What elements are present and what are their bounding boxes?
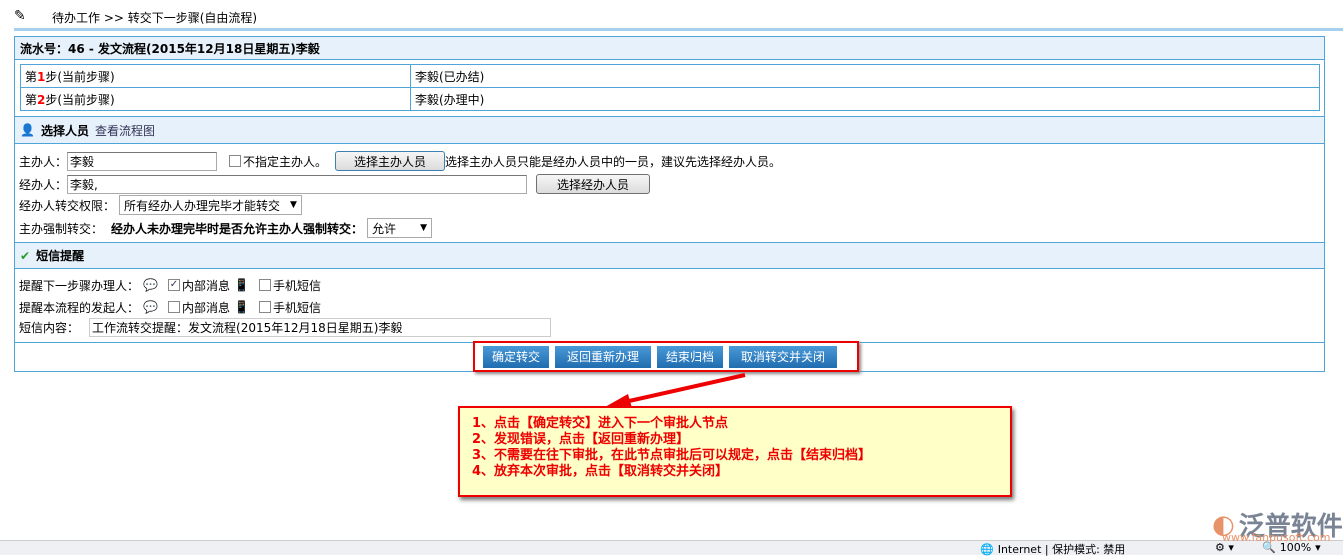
callout-line: 4、放弃本次审批，点击【取消转交并关闭】 bbox=[472, 464, 729, 479]
internal-label: 内部消息 bbox=[181, 300, 230, 315]
mobile-icon: 📱 bbox=[233, 300, 249, 314]
sms-header: ✔ 短信提醒 bbox=[15, 242, 1324, 269]
sms-content-input[interactable] bbox=[89, 317, 552, 337]
arrow-icon bbox=[605, 373, 746, 408]
permission-label: 经办人转交权限： bbox=[19, 198, 116, 213]
step-suffix: 步(当前步骤) bbox=[45, 92, 115, 107]
pen-icon: ✎ bbox=[14, 8, 26, 24]
mobile-label: 手机短信 bbox=[272, 300, 321, 315]
no-host-label: 不指定主办人。 bbox=[243, 154, 328, 169]
creator-mobile-checkbox[interactable] bbox=[258, 301, 271, 313]
step-suffix: 步(当前步骤) bbox=[45, 69, 115, 84]
force-select[interactable]: 允许 ▼ bbox=[367, 218, 433, 238]
table-row: 第2步(当前步骤) 李毅(办理中) bbox=[20, 87, 1320, 111]
step-person: 李毅(已办结) bbox=[410, 64, 1320, 88]
creator-internal-checkbox[interactable] bbox=[167, 301, 180, 313]
host-hint: 选择主办人员只能是经办人员中的一员，建议先选择经办人员。 bbox=[445, 154, 782, 169]
force-value: 允许 bbox=[372, 221, 397, 236]
remind-creator-label: 提醒本流程的发起人： bbox=[19, 300, 140, 315]
step-person: 李毅(办理中) bbox=[410, 87, 1320, 111]
step-prefix: 第 bbox=[25, 69, 38, 84]
breadcrumb-text: 待办工作 >> 转交下一步骤(自由流程) bbox=[52, 10, 258, 25]
user-icon: 👤 bbox=[20, 123, 35, 137]
next-mobile-checkbox[interactable] bbox=[258, 279, 271, 291]
handler-label: 经办人： bbox=[19, 177, 68, 192]
globe-icon: 🌐 bbox=[980, 542, 994, 556]
permission-value: 所有经办人办理完毕才能转交 bbox=[124, 198, 281, 213]
select-host-button[interactable]: 选择主办人员 bbox=[335, 151, 446, 171]
transfer-panel: 流水号：46 - 发文流程(2015年12月18日星期五)李毅 第1步(当前步骤… bbox=[14, 36, 1325, 372]
return-redo-button[interactable]: 返回重新办理 bbox=[555, 345, 651, 368]
section-title: 选择人员 bbox=[40, 123, 89, 138]
next-internal-checkbox[interactable]: ✓ bbox=[167, 279, 180, 291]
handler-input[interactable] bbox=[67, 174, 528, 194]
instruction-callout: 1、点击【确定转交】进入下一个审批人节点 2、发现错误，点击【返回重新办理】 3… bbox=[458, 406, 1012, 497]
table-row: 第1步(当前步骤) 李毅(已办结) bbox=[20, 64, 1320, 88]
host-input[interactable] bbox=[67, 151, 218, 171]
flow-title: 流水号：46 - 发文流程(2015年12月18日星期五)李毅 bbox=[15, 37, 1324, 60]
status-bar: 🌐 Internet | 保护模式: 禁用 ⚙ ▾ 🔍 100% ▾ www.f… bbox=[0, 531, 1343, 556]
force-label: 主办强制转交： bbox=[19, 221, 104, 236]
mobile-icon: 📱 bbox=[233, 278, 249, 292]
archive-button[interactable]: 结束归档 bbox=[657, 345, 723, 368]
section-title: 短信提醒 bbox=[36, 249, 85, 263]
action-buttons: 确定转交 返回重新办理 结束归档 取消转交并关闭 bbox=[473, 341, 859, 372]
breadcrumb: ✎ 待办工作 >> 转交下一步骤(自由流程) bbox=[14, 6, 257, 28]
remind-next-label: 提醒下一步骤办理人： bbox=[19, 278, 140, 293]
speech-bubble-icon: 💬 bbox=[143, 278, 158, 292]
select-personnel-header: 👤 选择人员 查看流程图 bbox=[15, 116, 1324, 144]
no-host-checkbox[interactable] bbox=[229, 155, 242, 167]
view-flowchart-link[interactable]: 查看流程图 bbox=[95, 122, 155, 139]
step-prefix: 第 bbox=[25, 92, 38, 107]
steps-table: 第1步(当前步骤) 李毅(已办结) 第2步(当前步骤) 李毅(办理中) bbox=[20, 64, 1320, 111]
callout-line: 3、不需要在往下审批，在此节点审批后可以规定，点击【结束归档】 bbox=[472, 448, 872, 463]
chevron-down-icon: ▼ bbox=[420, 223, 428, 233]
mobile-label: 手机短信 bbox=[272, 278, 321, 293]
divider bbox=[14, 28, 1343, 31]
select-handler-button[interactable]: 选择经办人员 bbox=[536, 174, 651, 194]
confirm-transfer-button[interactable]: 确定转交 bbox=[483, 345, 549, 368]
internal-label: 内部消息 bbox=[181, 278, 230, 293]
callout-line: 2、发现错误，点击【返回重新办理】 bbox=[472, 432, 690, 447]
callout-line: 1、点击【确定转交】进入下一个审批人节点 bbox=[472, 416, 729, 431]
checkmark-icon: ✔ bbox=[20, 248, 31, 263]
permission-select[interactable]: 所有经办人办理完毕才能转交 ▼ bbox=[119, 195, 302, 215]
watermark-url: www.fanpusoft.com bbox=[1222, 531, 1331, 544]
chevron-down-icon: ▼ bbox=[290, 200, 297, 210]
force-question: 经办人未办理完毕时是否允许主办人强制转交： bbox=[111, 221, 364, 236]
sms-content-label: 短信内容： bbox=[19, 320, 80, 335]
cancel-close-button[interactable]: 取消转交并关闭 bbox=[729, 345, 837, 368]
host-label: 主办人： bbox=[19, 154, 68, 169]
speech-bubble-icon: 💬 bbox=[143, 300, 158, 314]
